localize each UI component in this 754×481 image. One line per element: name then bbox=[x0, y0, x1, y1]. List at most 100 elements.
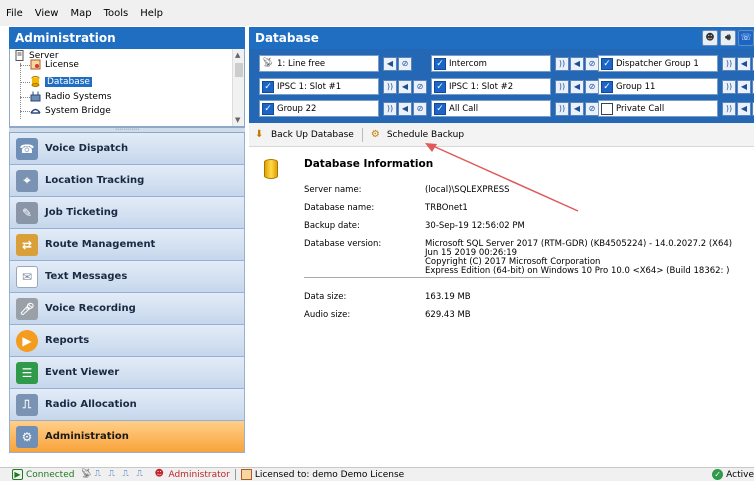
nav-reports[interactable]: ▶ Reports bbox=[9, 325, 245, 357]
scroll-up-icon[interactable]: ▲ bbox=[235, 51, 240, 59]
microphone-icon: 🎤︎ bbox=[16, 297, 38, 320]
scroll-down-icon[interactable]: ▼ bbox=[235, 116, 240, 124]
monitor-icon[interactable]: ◀ bbox=[737, 101, 751, 116]
mute-icon[interactable]: ⊘ bbox=[413, 101, 427, 116]
listen-icon[interactable]: )) bbox=[722, 56, 736, 71]
nav-route-management[interactable]: ⇄ Route Management bbox=[9, 229, 245, 261]
database-icon bbox=[31, 76, 40, 87]
channel-intercom[interactable]: ✓ Intercom )) ◀ ⊘ bbox=[431, 55, 600, 72]
check-icon: ✓ bbox=[712, 469, 724, 480]
voice-dispatch-icon: ☎ bbox=[16, 137, 38, 160]
listen-icon[interactable]: )) bbox=[383, 79, 397, 94]
tree-node-radio-systems[interactable]: Radio Systems bbox=[30, 91, 111, 102]
monitor-icon[interactable]: ◀ bbox=[570, 101, 584, 116]
monitor-icon[interactable]: ◀ bbox=[737, 56, 751, 71]
channel-group-22[interactable]: ✓ Group 22 )) ◀ ⊘ bbox=[259, 100, 428, 117]
tree-scrollbar[interactable]: ▲ ▼ bbox=[232, 49, 244, 126]
backup-date-label: Backup date: bbox=[304, 221, 360, 231]
nav-administration[interactable]: ⚙ Administration bbox=[9, 421, 245, 453]
monitor-icon[interactable]: ◀ bbox=[570, 79, 584, 94]
listen-icon[interactable]: )) bbox=[555, 79, 569, 94]
reports-icon: ▶ bbox=[16, 329, 38, 352]
route-management-icon: ⇄ bbox=[16, 233, 38, 256]
database-name-value: TRBOnet1 bbox=[425, 203, 468, 213]
mute-icon[interactable]: ⊘ bbox=[413, 79, 427, 94]
menu-help[interactable]: Help bbox=[140, 8, 163, 19]
channel-checkbox[interactable]: ✓ bbox=[434, 80, 446, 93]
radio-signal-icon: 📡︎ bbox=[80, 469, 92, 479]
back-up-database-button[interactable]: ⬇ Back Up Database bbox=[255, 129, 354, 141]
phone-icon[interactable]: ☏ bbox=[738, 30, 754, 46]
channel-checkbox[interactable]: ✓ bbox=[262, 102, 274, 115]
nav-voice-dispatch[interactable]: ☎ Voice Dispatch bbox=[9, 133, 245, 165]
channel-checkbox[interactable]: ✓ bbox=[601, 57, 613, 70]
monitor-icon[interactable]: ◀ bbox=[398, 101, 412, 116]
monitor-icon[interactable]: ◀ bbox=[383, 56, 397, 71]
nav-location-tracking[interactable]: ⌖ Location Tracking bbox=[9, 165, 245, 197]
radio-systems-icon bbox=[30, 91, 41, 102]
toolbar-divider bbox=[361, 127, 363, 142]
user-icon[interactable]: ☻ bbox=[702, 30, 718, 46]
monitor-icon[interactable]: ◀ bbox=[737, 79, 751, 94]
listen-icon[interactable]: )) bbox=[383, 101, 397, 116]
nav-voice-recording[interactable]: 🎤︎ Voice Recording bbox=[9, 293, 245, 325]
channel-checkbox[interactable]: ✓ bbox=[434, 57, 446, 70]
schedule-backup-button[interactable]: ⚙ Schedule Backup bbox=[371, 129, 464, 141]
administration-icon: ⚙ bbox=[16, 425, 38, 448]
listen-icon[interactable]: )) bbox=[722, 101, 736, 116]
event-viewer-icon: ☰ bbox=[16, 361, 38, 384]
server-name-value: (local)\SQLEXPRESS bbox=[425, 185, 510, 195]
database-toolbar: ⬇ Back Up Database ⚙ Schedule Backup bbox=[249, 123, 754, 147]
tree-node-database[interactable]: Database bbox=[30, 76, 92, 87]
database-icon bbox=[264, 159, 278, 179]
channel-dispatcher-group-1[interactable]: ✓Dispatcher Group 1 ))◀⊘ bbox=[598, 55, 754, 72]
database-info-title: Database Information bbox=[304, 158, 434, 170]
status-divider bbox=[234, 469, 236, 480]
database-info-panel: Database Information Server name: (local… bbox=[249, 147, 754, 445]
audio-size-label: Audio size: bbox=[304, 310, 351, 320]
tree-node-system-bridge[interactable]: System Bridge bbox=[30, 105, 111, 116]
database-name-label: Database name: bbox=[304, 203, 375, 213]
mute-icon[interactable]: ⊘ bbox=[398, 56, 412, 71]
nav-radio-allocation[interactable]: ⎍ Radio Allocation bbox=[9, 389, 245, 421]
channel-all-call[interactable]: ✓ All Call )) ◀ ⊘ bbox=[431, 100, 600, 117]
radio-systems-icon: ⎍ bbox=[136, 469, 143, 479]
data-size-label: Data size: bbox=[304, 292, 347, 302]
channel-ipsc-slot-1[interactable]: ✓ IPSC 1: Slot #1 )) ◀ ⊘ bbox=[259, 78, 428, 95]
channel-group-11[interactable]: ✓Group 11 ))◀⊘ bbox=[598, 78, 754, 95]
monitor-icon[interactable]: ◀ bbox=[398, 79, 412, 94]
status-bar: ▶ Connected 📡︎ ⎍ ⎍ ⎍ ⎍ ☻ Administrator L… bbox=[0, 467, 754, 481]
nav-text-messages[interactable]: ✉ Text Messages bbox=[9, 261, 245, 293]
listen-icon[interactable]: )) bbox=[722, 79, 736, 94]
monitor-icon[interactable]: ◀ bbox=[570, 56, 584, 71]
right-panel-header: Database ☻ 🔊︎ ☏ bbox=[249, 27, 754, 49]
menu-map[interactable]: Map bbox=[70, 8, 91, 19]
channel-line-free[interactable]: 📡︎ 1: Line free ◀ ⊘ bbox=[259, 55, 413, 72]
scroll-thumb[interactable] bbox=[235, 63, 243, 77]
nav-event-viewer[interactable]: ☰ Event Viewer bbox=[9, 357, 245, 389]
mute-icon[interactable]: ⊘ bbox=[585, 79, 599, 94]
radio-systems-icon: ⎍ bbox=[122, 469, 129, 479]
mute-icon[interactable]: ⊘ bbox=[585, 101, 599, 116]
nav-job-ticketing[interactable]: ✎ Job Ticketing bbox=[9, 197, 245, 229]
speaker-icon[interactable]: 🔊︎ bbox=[720, 30, 736, 46]
channel-checkbox[interactable]: ✓ bbox=[601, 80, 613, 93]
menu-view[interactable]: View bbox=[35, 8, 59, 19]
connected-icon: ▶ bbox=[12, 469, 23, 480]
system-bridge-icon bbox=[30, 108, 41, 114]
mute-icon[interactable]: ⊘ bbox=[585, 56, 599, 71]
listen-icon[interactable]: )) bbox=[555, 101, 569, 116]
menu-tools[interactable]: Tools bbox=[104, 8, 129, 19]
database-version-line-4: Express Edition (64-bit) on Windows 10 P… bbox=[425, 266, 730, 276]
right-panel-title: Database bbox=[255, 31, 319, 45]
radio-signal-icon: 📡︎ bbox=[262, 57, 274, 68]
channel-ipsc-slot-2[interactable]: ✓ IPSC 1: Slot #2 )) ◀ ⊘ bbox=[431, 78, 600, 95]
listen-icon[interactable]: )) bbox=[555, 56, 569, 71]
tree-node-license[interactable]: License bbox=[30, 59, 79, 70]
menu-file[interactable]: File bbox=[6, 8, 23, 19]
radio-systems-icon: ⎍ bbox=[108, 469, 115, 479]
channel-private-call[interactable]: Private Call ))◀⊘ bbox=[598, 100, 754, 117]
channel-checkbox[interactable] bbox=[601, 102, 613, 115]
channel-checkbox[interactable]: ✓ bbox=[434, 102, 446, 115]
channel-checkbox[interactable]: ✓ bbox=[262, 80, 274, 93]
